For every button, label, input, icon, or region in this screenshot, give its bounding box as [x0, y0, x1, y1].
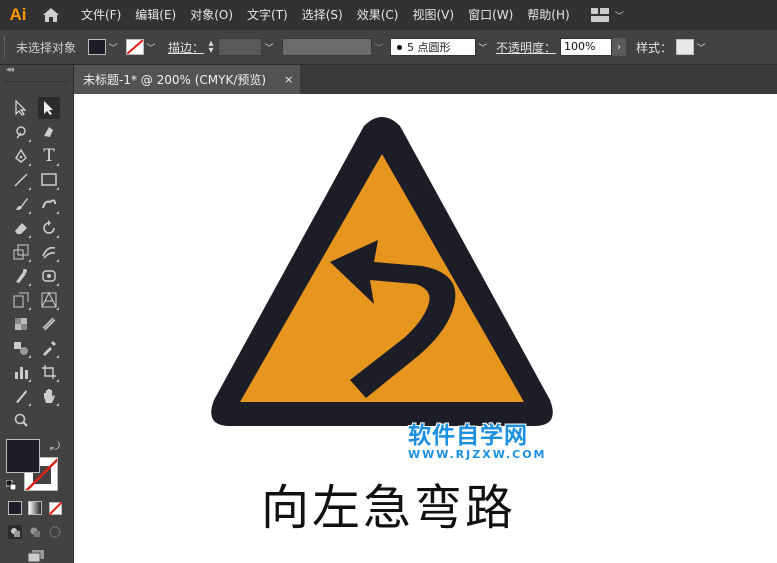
rectangle-tool-icon[interactable] [38, 169, 60, 191]
gradient-mode-icon[interactable] [26, 499, 44, 517]
artboard-canvas[interactable]: 软件自学网 WWW.RJZXW.COM 向左急弯路 [74, 94, 777, 563]
opacity-label: 不透明度： [496, 40, 557, 55]
mesh-tool-icon[interactable] [10, 313, 32, 335]
width-tool-icon[interactable] [10, 265, 32, 287]
default-fill-stroke-icon[interactable] [5, 479, 17, 491]
workspace-switcher[interactable]: ﹀ [590, 8, 624, 22]
chevron-down-icon: ﹀ [614, 11, 624, 22]
color-mode-icon[interactable] [6, 499, 24, 517]
style-dropdown-icon[interactable]: ﹀ [694, 38, 708, 56]
lasso-tool-icon[interactable] [38, 121, 60, 143]
warning-sign-graphic[interactable] [204, 116, 560, 428]
stroke-label: 描边： [168, 40, 205, 55]
watermark-url: WWW.RJZXW.COM [408, 448, 547, 461]
app-logo: Ai [9, 5, 27, 24]
menu-help[interactable]: 帮助(H) [520, 0, 576, 30]
shape-builder-tool-icon[interactable] [10, 289, 32, 311]
paintbrush-tool-icon[interactable] [10, 193, 32, 215]
stroke-weight-input[interactable] [218, 38, 263, 56]
fill-dropdown-icon[interactable]: ﹀ [106, 38, 120, 56]
type-tool-icon[interactable]: T [38, 145, 60, 167]
menu-object[interactable]: 对象(O) [183, 0, 240, 30]
selection-tool-icon[interactable] [10, 97, 32, 119]
eraser-tool-icon[interactable] [10, 217, 32, 239]
variable-width-profile[interactable] [282, 38, 373, 56]
draw-inside-icon[interactable] [46, 523, 64, 541]
sign-caption[interactable]: 向左急弯路 [261, 468, 516, 538]
brush-definition[interactable]: 5 点圆形 [390, 38, 477, 56]
menu-type[interactable]: 文字(T) [240, 0, 295, 30]
menu-view[interactable]: 视图(V) [405, 0, 461, 30]
graphic-style-swatch[interactable] [676, 39, 695, 55]
opacity-arrow-icon[interactable]: › [612, 38, 627, 56]
opacity-input[interactable]: 100% [560, 38, 613, 56]
hand-tool-icon[interactable] [38, 385, 60, 407]
draw-behind-icon[interactable] [26, 523, 44, 541]
close-tab-icon[interactable]: × [284, 73, 293, 86]
scale-tool-icon[interactable] [10, 241, 32, 263]
home-icon[interactable] [36, 0, 66, 30]
swap-fill-stroke-icon[interactable]: ⤾ [50, 439, 60, 454]
stroke-stepper-icon[interactable]: ▴ ▾ [204, 38, 218, 56]
document-tab-bar: 未标题-1* @ 200% (CMYK/预览) × [74, 65, 777, 94]
document-tab[interactable]: 未标题-1* @ 200% (CMYK/预览) × [74, 65, 300, 94]
perspective-grid-tool-icon[interactable] [38, 289, 60, 311]
profile-dropdown-icon[interactable]: ﹀ [372, 38, 386, 56]
menu-effect[interactable]: 效果(C) [350, 0, 406, 30]
watermark-title: 软件自学网 [408, 423, 528, 449]
fill-swatch[interactable] [6, 439, 40, 473]
round-brush-icon [397, 44, 403, 50]
gradient-tool-icon[interactable] [38, 313, 60, 335]
artboard-tool-icon[interactable] [38, 361, 60, 383]
screen-mode-icon[interactable] [26, 549, 46, 563]
panel-divider [4, 75, 69, 82]
collapse-panel-icon[interactable]: ◂◂ [0, 65, 73, 75]
selection-status: 未选择对象 [16, 40, 77, 55]
menu-bar: Ai 文件(F) 编辑(E) 对象(O) 文字(T) 选择(S) 效果(C) 视… [0, 0, 777, 30]
workspace-icon [590, 8, 609, 22]
slice-tool-icon[interactable] [10, 385, 32, 407]
document-tab-title: 未标题-1* @ 200% (CMYK/预览) [83, 73, 267, 87]
shaper-tool-icon[interactable] [38, 193, 60, 215]
stroke-dropdown-icon[interactable]: ﹀ [144, 38, 158, 56]
fill-color-swatch[interactable] [88, 39, 106, 55]
pen-tool-icon[interactable] [10, 145, 32, 167]
zoom-tool-icon[interactable] [10, 409, 32, 431]
blend-tool-icon[interactable] [10, 337, 32, 359]
stroke-weight-dropdown-icon[interactable]: ﹀ [262, 38, 276, 56]
menu-edit[interactable]: 编辑(E) [128, 0, 183, 30]
stroke-color-swatch[interactable] [126, 39, 144, 55]
direct-selection-tool-icon[interactable] [38, 97, 60, 119]
free-transform-tool-icon[interactable] [38, 265, 60, 287]
fill-stroke-widget: ⤾ [5, 439, 66, 495]
eyedropper-tool-icon[interactable] [38, 337, 60, 359]
brush-dropdown-icon[interactable]: ﹀ [476, 38, 490, 56]
none-mode-icon[interactable] [46, 499, 64, 517]
warp-tool-icon[interactable] [38, 241, 60, 263]
magic-wand-tool-icon[interactable] [10, 121, 32, 143]
menu-window[interactable]: 窗口(W) [461, 0, 520, 30]
rotate-tool-icon[interactable] [38, 217, 60, 239]
brush-value: 5 点圆形 [407, 41, 451, 54]
watermark: 软件自学网 WWW.RJZXW.COM [408, 416, 547, 461]
graph-tool-icon[interactable] [10, 361, 32, 383]
menu-select[interactable]: 选择(S) [295, 0, 350, 30]
line-tool-icon[interactable] [10, 169, 32, 191]
menu-file[interactable]: 文件(F) [74, 0, 128, 30]
panel-grip[interactable] [4, 36, 9, 58]
control-bar: 未选择对象 ﹀ ﹀ 描边： ▴ ▾ ﹀ ﹀ 5 点圆形 ﹀ 不透明度： 100% … [0, 30, 777, 65]
tools-panel: ◂◂ T ⤾ [0, 65, 74, 563]
draw-normal-icon[interactable] [6, 523, 24, 541]
style-label: 样式： [636, 40, 673, 55]
